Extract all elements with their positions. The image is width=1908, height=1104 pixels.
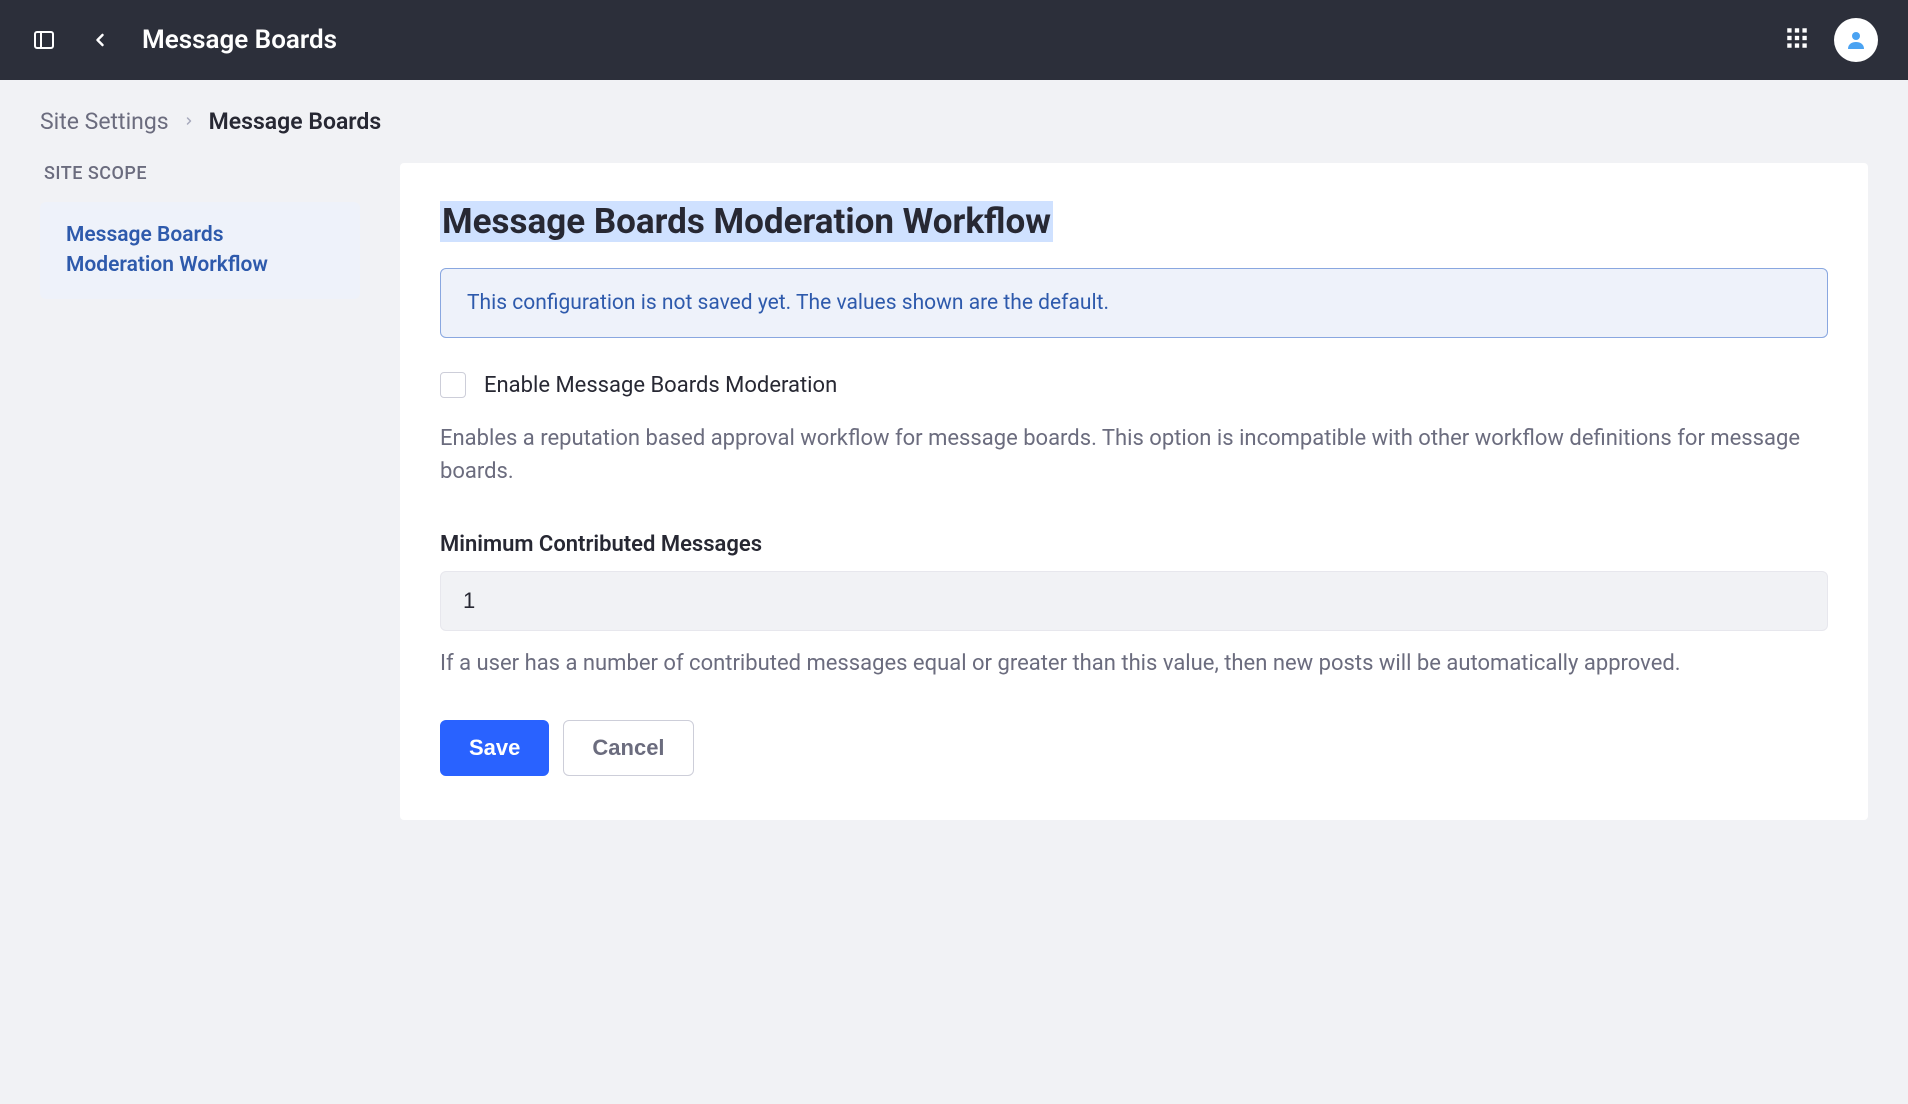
sidebar-item-label: Message Boards Moderation Workflow [66,223,268,277]
chevron-right-icon [183,111,195,132]
settings-panel: Message Boards Moderation Workflow This … [400,163,1868,820]
topbar-right [1784,18,1878,62]
enable-moderation-checkbox[interactable] [440,372,466,398]
save-button[interactable]: Save [440,720,549,776]
button-row: Save Cancel [440,720,1828,776]
page-title: Message Boards [142,25,337,55]
topbar-left: Message Boards [30,25,337,55]
breadcrumb: Site Settings Message Boards [40,108,1868,135]
enable-moderation-row: Enable Message Boards Moderation [440,372,1828,398]
min-messages-input[interactable] [440,571,1828,631]
breadcrumb-current: Message Boards [209,108,382,135]
breadcrumb-parent[interactable]: Site Settings [40,108,169,135]
panel-title: Message Boards Moderation Workflow [440,201,1053,242]
enable-moderation-label: Enable Message Boards Moderation [484,373,837,398]
layout: SITE SCOPE Message Boards Moderation Wor… [40,163,1868,820]
back-icon[interactable] [86,26,114,54]
cancel-button[interactable]: Cancel [563,720,693,776]
min-messages-label: Minimum Contributed Messages [440,532,1828,557]
user-avatar[interactable] [1834,18,1878,62]
apps-grid-icon[interactable] [1784,25,1810,55]
min-messages-help: If a user has a number of contributed me… [440,647,1828,680]
content-area: Site Settings Message Boards SITE SCOPE … [0,80,1908,848]
info-banner: This configuration is not saved yet. The… [440,268,1828,338]
sidebar-toggle-icon[interactable] [30,26,58,54]
sidebar-heading: SITE SCOPE [40,163,360,202]
topbar: Message Boards [0,0,1908,80]
enable-moderation-help: Enables a reputation based approval work… [440,422,1828,488]
sidebar: SITE SCOPE Message Boards Moderation Wor… [40,163,360,299]
sidebar-item-moderation-workflow[interactable]: Message Boards Moderation Workflow [40,202,360,299]
